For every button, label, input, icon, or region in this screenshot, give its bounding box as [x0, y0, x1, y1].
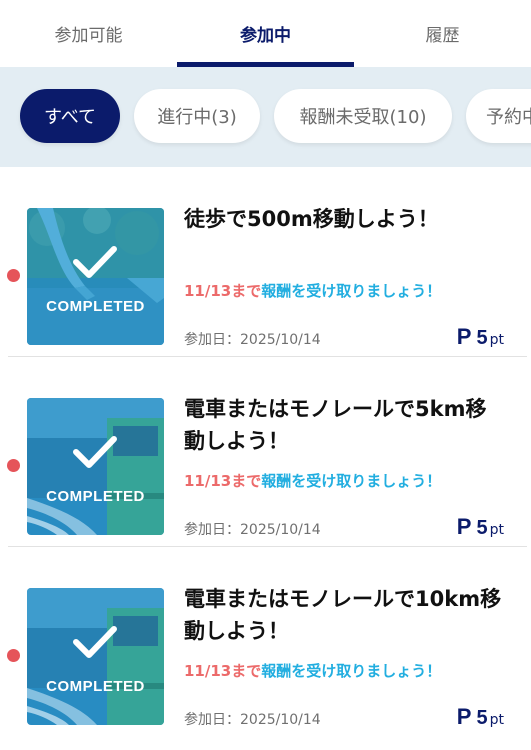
points-unit: pt	[489, 332, 504, 348]
reward-text: 報酬を受け取りましょう！	[261, 662, 442, 680]
points-reward: P 5 pt	[457, 514, 504, 540]
unread-dot	[7, 459, 20, 472]
points-value: 5	[476, 517, 488, 539]
joined-date: 参加日：2025/10/14	[184, 522, 321, 538]
deadline-text: 11/13まで	[184, 472, 262, 490]
filter-chip-in-progress[interactable]: 進行中(3)	[134, 89, 260, 143]
filter-bar: すべて 進行中(3) 報酬未受取(10) 予約中	[0, 67, 531, 167]
deadline-text: 11/13まで	[184, 662, 262, 680]
mission-thumbnail: COMPLETED	[27, 398, 164, 535]
reward-text: 報酬を受け取りましょう！	[261, 472, 442, 490]
mission-title: 電車またはモノレールで10km移動しよう！	[184, 587, 502, 643]
completed-badge: COMPLETED	[46, 298, 145, 315]
tab-history[interactable]: 履歴	[354, 0, 531, 67]
mission-thumbnail: COMPLETED	[27, 208, 164, 345]
check-icon	[73, 436, 117, 468]
filter-chip-all[interactable]: すべて	[20, 89, 120, 143]
tab-available[interactable]: 参加可能	[0, 0, 177, 67]
filter-chip-reserved[interactable]: 予約中	[466, 89, 531, 143]
unread-dot	[7, 269, 20, 282]
reward-message: 11/13まで報酬を受け取りましょう！	[184, 470, 441, 491]
mission-card[interactable]: COMPLETED 電車またはモノレールで5km移動しよう！ 11/13まで報酬…	[0, 357, 531, 547]
completed-badge: COMPLETED	[46, 678, 145, 695]
points-reward: P 5 pt	[457, 704, 504, 730]
mission-thumbnail: COMPLETED	[27, 588, 164, 725]
mission-card[interactable]: COMPLETED 電車またはモノレールで10km移動しよう！ 11/13まで報…	[0, 547, 531, 737]
completed-badge: COMPLETED	[46, 488, 145, 505]
filter-chip-unclaimed[interactable]: 報酬未受取(10)	[274, 89, 452, 143]
reward-message: 11/13まで報酬を受け取りましょう！	[184, 280, 441, 301]
mission-title: 電車またはモノレールで5km移動しよう！	[184, 397, 487, 453]
joined-date: 参加日：2025/10/14	[184, 712, 321, 728]
mission-title: 徒歩で500m移動しよう！	[184, 207, 439, 231]
mission-card[interactable]: COMPLETED 徒歩で500m移動しよう！ 11/13まで報酬を受け取りまし…	[0, 167, 531, 357]
points-value: 5	[476, 327, 488, 349]
points-unit: pt	[489, 522, 504, 538]
check-icon	[73, 626, 117, 658]
points-unit: pt	[489, 712, 504, 728]
points-p-icon: P	[456, 514, 472, 539]
tab-bar: 参加可能 参加中 履歴	[0, 0, 531, 67]
joined-date: 参加日：2025/10/14	[184, 332, 321, 348]
deadline-text: 11/13まで	[184, 282, 262, 300]
points-value: 5	[476, 707, 488, 729]
tab-participating[interactable]: 参加中	[177, 0, 354, 67]
reward-message: 11/13まで報酬を受け取りましょう！	[184, 660, 441, 681]
check-icon	[73, 246, 117, 278]
unread-dot	[7, 649, 20, 662]
points-p-icon: P	[456, 324, 472, 349]
points-p-icon: P	[456, 704, 472, 729]
points-reward: P 5 pt	[457, 324, 504, 350]
reward-text: 報酬を受け取りましょう！	[261, 282, 442, 300]
